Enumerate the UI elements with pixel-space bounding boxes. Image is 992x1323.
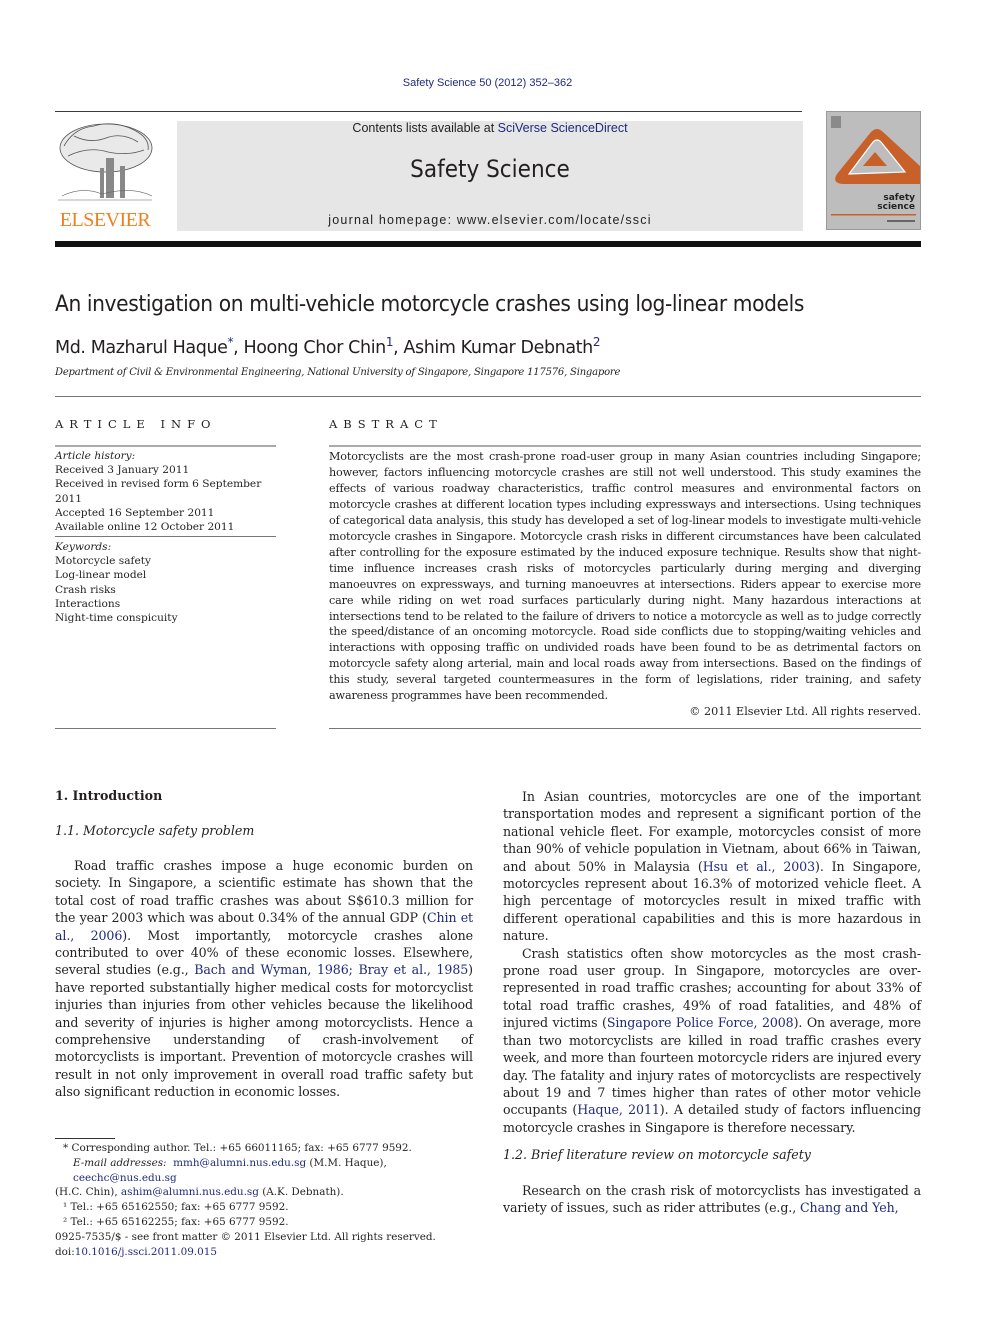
author-footnote-link[interactable]: 1	[386, 335, 394, 349]
body-paragraph: Research on the crash risk of motorcycli…	[503, 1182, 921, 1217]
history-item: Received 3 January 2011	[55, 464, 190, 477]
body-paragraphs-right: In Asian countries, motorcycles are one …	[503, 788, 921, 1136]
email-owner: (A.K. Debnath).	[258, 1186, 344, 1199]
footnote-corresponding: * Corresponding author. Tel.: +65 660111…	[63, 1142, 412, 1154]
section-heading-introduction: 1. Introduction	[55, 788, 163, 803]
footnote-emails-cont: (H.C. Chin), ashim@alumni.nus.edu.sg (A.…	[55, 1185, 475, 1200]
author-footnote-link[interactable]: 2	[593, 335, 601, 349]
article-title: An investigation on multi-vehicle motorc…	[55, 291, 804, 317]
masthead-thick-rule	[55, 241, 921, 247]
history-item: Available online 12 October 2011	[55, 521, 235, 534]
keyword: Night-time conspicuity	[55, 612, 178, 625]
email-link[interactable]: ashim@alumni.nus.edu.sg	[121, 1186, 259, 1198]
history-item: Accepted 16 September 2011	[55, 506, 215, 519]
email-label: E-mail addresses:	[73, 1156, 167, 1169]
history-label: Article history:	[55, 450, 136, 462]
header-rule	[55, 111, 802, 112]
text-run: Road traffic crashes impose a huge econo…	[55, 858, 473, 926]
affiliation: Department of Civil & Environmental Engi…	[55, 367, 621, 378]
keyword: Log-linear model	[55, 569, 147, 582]
article-info-rule	[55, 445, 276, 447]
elsevier-wordmark: ELSEVIER	[59, 209, 151, 231]
body-paragraph: In Asian countries, motorcycles are one …	[503, 788, 921, 945]
cover-triangle-icon: safety science	[831, 116, 920, 222]
subsection-heading: 1.2. Brief literature review on motorcyc…	[503, 1147, 811, 1162]
abstract-rule	[329, 445, 921, 447]
elsevier-logo[interactable]: ELSEVIER	[54, 118, 156, 232]
citation-link[interactable]: Hsu et al., 2003	[703, 859, 815, 874]
contents-line: Contents lists available at SciVerse Sci…	[177, 121, 803, 135]
citation-link[interactable]: Haque, 2011	[577, 1102, 660, 1117]
cover-text-2: science	[877, 202, 915, 212]
footnote-emails: E-mail addresses: mmh@alumni.nus.edu.sg …	[55, 1156, 475, 1186]
author-name: Hoong Chor Chin	[243, 337, 386, 358]
abstract-bottom-rule	[329, 728, 921, 729]
contents-prefix: Contents lists available at	[352, 121, 498, 135]
citation-link[interactable]: Chang and Yeh,	[800, 1200, 899, 1215]
body-paragraph: Road traffic crashes impose a huge econo…	[55, 857, 473, 1101]
keyword: Motorcycle safety	[55, 555, 151, 568]
email-link[interactable]: mmh@alumni.nus.edu.sg	[173, 1157, 306, 1169]
journal-cover-image[interactable]: safety science	[826, 111, 921, 230]
article-history: Article history: Received 3 January 2011…	[55, 449, 280, 534]
author-footnote-link[interactable]: *	[228, 335, 234, 349]
history-item: Received in revised form 6 September 201…	[55, 478, 262, 505]
journal-homepage[interactable]: journal homepage: www.elsevier.com/locat…	[177, 213, 803, 227]
author-name: Ashim Kumar Debnath	[403, 337, 593, 358]
footnote-rule	[55, 1138, 115, 1139]
journal-masthead: Contents lists available at SciVerse Sci…	[177, 121, 803, 231]
doi-link[interactable]: 10.1016/j.ssci.2011.09.015	[75, 1246, 217, 1258]
front-matter: 0925-7535/$ - see front matter © 2011 El…	[55, 1230, 475, 1260]
issn-line: 0925-7535/$ - see front matter © 2011 El…	[55, 1231, 436, 1243]
email-owner: (M.M. Haque),	[306, 1156, 387, 1169]
footnote-1: ¹ Tel.: +65 65162550; fax: +65 6777 9592…	[63, 1201, 289, 1214]
sciencedirect-link[interactable]: SciVerse ScienceDirect	[498, 121, 628, 135]
citation-link[interactable]: Bach and Wyman, 1986; Bray et al., 1985	[194, 962, 468, 977]
abstract-text: Motorcyclists are the most crash-prone r…	[329, 450, 921, 703]
keywords-rule	[55, 536, 276, 537]
email-owner: (H.C. Chin),	[55, 1186, 121, 1199]
elsevier-tree-icon	[58, 123, 153, 201]
subsection-heading: 1.1. Motorcycle safety problem	[55, 823, 255, 838]
abstract-heading: ABSTRACT	[329, 417, 443, 431]
title-divider	[55, 396, 921, 397]
doi-label: doi:	[55, 1245, 75, 1258]
keyword: Interactions	[55, 597, 121, 610]
journal-title[interactable]: Safety Science	[177, 155, 803, 183]
keywords-label: Keywords:	[55, 541, 112, 553]
abstract-copyright: © 2011 Elsevier Ltd. All rights reserved…	[689, 705, 921, 718]
body-paragraph: Crash statistics often show motorcycles …	[503, 945, 921, 1136]
article-info-bottom-rule	[55, 728, 276, 729]
doi-line: doi:10.1016/j.ssci.2011.09.015	[55, 1245, 475, 1260]
article-info-heading: ARTICLE INFO	[55, 417, 217, 431]
journal-reference[interactable]: Safety Science 50 (2012) 352–362	[0, 77, 975, 89]
citation-link[interactable]: Singapore Police Force, 2008	[607, 1015, 794, 1030]
author-name: Md. Mazharul Haque	[55, 337, 228, 358]
author-list: Md. Mazharul Haque*, Hoong Chor Chin1, A…	[55, 335, 601, 358]
text-run: ) have reported substantially higher med…	[55, 962, 473, 1100]
footnotes: * Corresponding author. Tel.: +65 660111…	[55, 1141, 475, 1230]
keywords: Keywords: Motorcycle safety Log-linear m…	[55, 540, 280, 625]
footnote-2: ² Tel.: +65 65162255; fax: +65 6777 9592…	[63, 1215, 289, 1228]
email-link[interactable]: ceechc@nus.edu.sg	[73, 1172, 177, 1184]
keyword: Crash risks	[55, 583, 116, 596]
